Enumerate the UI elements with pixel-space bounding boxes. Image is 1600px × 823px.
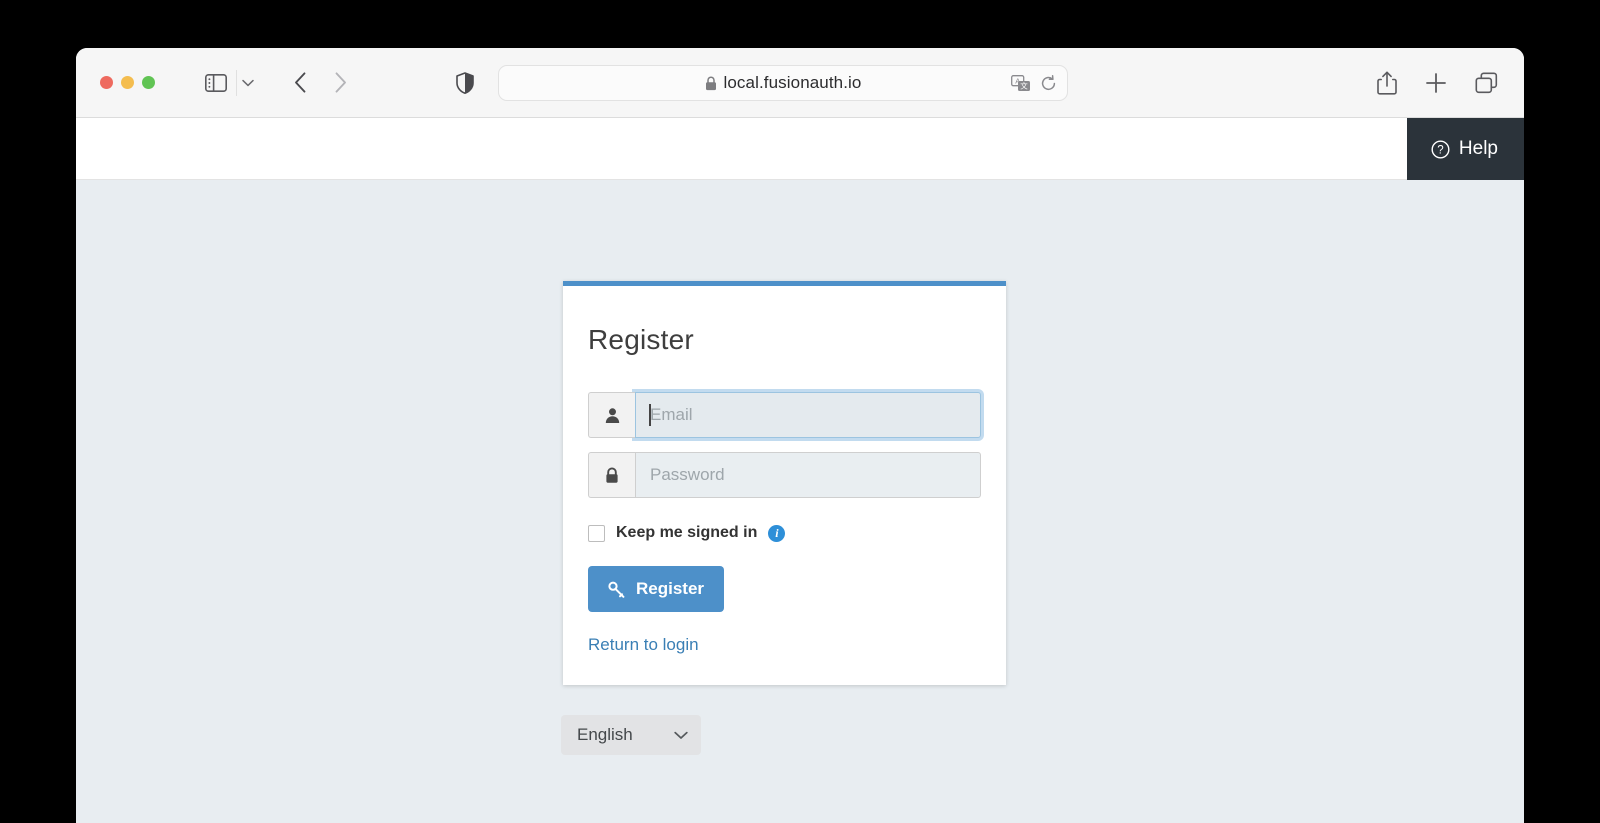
- page-header: ? Help: [76, 118, 1524, 180]
- forward-button[interactable]: [328, 70, 352, 96]
- info-icon[interactable]: i: [768, 524, 786, 542]
- minimize-window-button[interactable]: [121, 76, 134, 89]
- address-bar-actions: A 文: [1011, 66, 1057, 100]
- sidebar-chevron-down-icon[interactable]: [236, 69, 258, 96]
- password-field[interactable]: [635, 452, 981, 498]
- user-icon: [588, 392, 635, 438]
- register-card: Register Email Keep me signed in i Regis…: [563, 281, 1006, 685]
- back-button[interactable]: [288, 70, 312, 96]
- sidebar-controls: [201, 69, 258, 96]
- browser-toolbar: local.fusionauth.io A 文: [76, 48, 1524, 118]
- keep-me-signed-in-row: Keep me signed in i: [588, 524, 981, 542]
- register-card-body: Register Email Keep me signed in i Regis…: [563, 286, 1006, 685]
- share-icon[interactable]: [1377, 70, 1397, 95]
- maximize-window-button[interactable]: [142, 76, 155, 89]
- toolbar-right-actions: [1377, 48, 1498, 117]
- password-input-group: [588, 452, 981, 498]
- key-icon: [608, 581, 625, 598]
- translate-icon[interactable]: A 文: [1011, 74, 1031, 92]
- page-title: Register: [588, 324, 694, 355]
- svg-text:文: 文: [1020, 80, 1028, 90]
- text-caret: [649, 404, 651, 426]
- sidebar-toggle-icon[interactable]: [201, 70, 231, 96]
- new-tab-icon[interactable]: [1425, 72, 1447, 94]
- window-controls: [100, 76, 155, 89]
- browser-window: local.fusionauth.io A 文 ? Help Register …: [76, 48, 1524, 823]
- register-button-label: Register: [636, 579, 705, 598]
- help-button[interactable]: ? Help: [1406, 118, 1524, 180]
- reload-icon[interactable]: [1040, 74, 1057, 92]
- lock-icon: [588, 452, 635, 498]
- question-circle-icon: ?: [1431, 139, 1450, 159]
- url-display: local.fusionauth.io: [705, 73, 862, 93]
- lock-icon: [705, 76, 717, 91]
- svg-text:?: ?: [1437, 144, 1443, 156]
- url-text: local.fusionauth.io: [723, 73, 862, 92]
- register-button[interactable]: Register: [588, 566, 725, 612]
- close-window-button[interactable]: [100, 76, 113, 89]
- language-select-value: English: [577, 725, 633, 744]
- keep-me-signed-in-label: Keep me signed in: [616, 524, 758, 541]
- return-to-login-link[interactable]: Return to login: [588, 635, 981, 655]
- email-field[interactable]: [635, 392, 981, 438]
- chevron-down-icon: [674, 731, 688, 740]
- privacy-shield-icon[interactable]: [452, 70, 478, 96]
- navigation-controls: [288, 70, 352, 96]
- page-content: ? Help Register Email Keep me signed in …: [76, 118, 1524, 823]
- language-select[interactable]: English: [561, 715, 701, 755]
- address-bar[interactable]: local.fusionauth.io A 文: [498, 65, 1068, 101]
- keep-me-signed-in-checkbox[interactable]: [588, 524, 605, 542]
- help-label: Help: [1458, 138, 1498, 159]
- email-input-group: [588, 392, 981, 438]
- tab-overview-icon[interactable]: [1475, 71, 1498, 94]
